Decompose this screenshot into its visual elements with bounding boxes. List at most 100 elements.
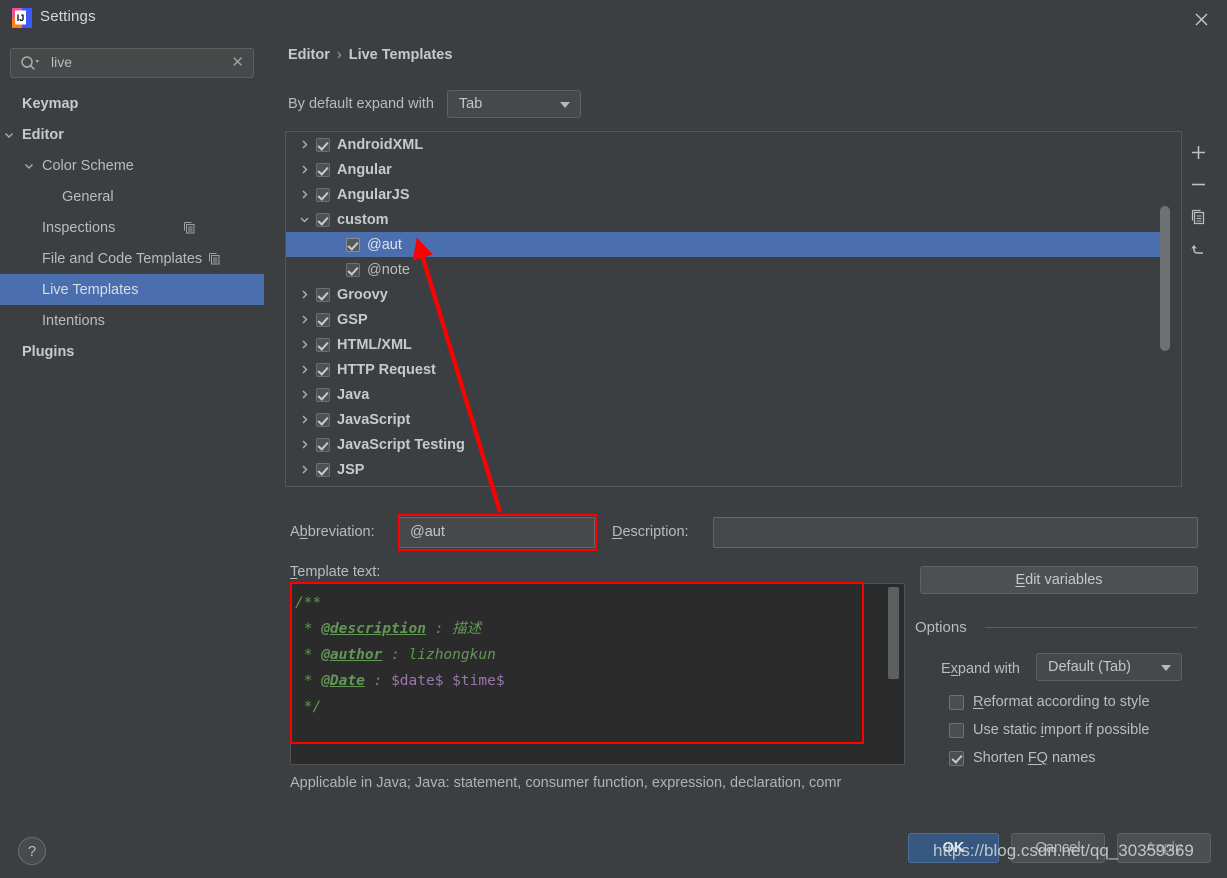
chevron-right-icon[interactable]: [298, 363, 311, 376]
duplicate-icon[interactable]: [1181, 200, 1215, 232]
tree-row[interactable]: JavaScript Testing: [286, 432, 1164, 457]
tree-row[interactable]: Angular: [286, 157, 1164, 182]
close-icon[interactable]: [1183, 6, 1219, 32]
sidebar-item-label: Plugins: [22, 343, 75, 360]
chevron-right-icon[interactable]: [298, 438, 311, 451]
chevron-right-icon[interactable]: [298, 138, 311, 151]
chevron-right-icon[interactable]: [298, 338, 311, 351]
tree-row[interactable]: Java: [286, 382, 1164, 407]
tree-row-label: @note: [367, 261, 410, 278]
chevron-right-icon[interactable]: [298, 163, 311, 176]
chevron-down-icon: [1161, 665, 1171, 671]
description-mnemonic: D: [612, 524, 623, 540]
tree-row-checkbox[interactable]: [316, 212, 330, 227]
chevron-right-icon[interactable]: [298, 463, 311, 476]
default-expand-dropdown[interactable]: Tab: [446, 90, 581, 118]
template-text-editor[interactable]: /** * @description : 描述 * @author : lizh…: [290, 583, 905, 765]
template-text-mnemonic: T: [290, 564, 298, 580]
code-token-tag: @Date: [321, 673, 365, 689]
tree-row[interactable]: JSP: [286, 457, 1164, 482]
tree-row-checkbox[interactable]: [316, 412, 330, 427]
sidebar-item-label: Live Templates: [42, 281, 139, 298]
tree-row-checkbox[interactable]: [316, 337, 330, 352]
chevron-right-icon[interactable]: [298, 388, 311, 401]
copy-settings-icon[interactable]: [183, 221, 196, 234]
abbreviation-input[interactable]: @aut: [399, 517, 595, 548]
search-input[interactable]: live ✕: [10, 48, 254, 78]
tree-row[interactable]: HTML/XML: [286, 332, 1164, 357]
tree-row-checkbox[interactable]: [316, 437, 330, 452]
chevron-right-icon[interactable]: [298, 413, 311, 426]
code-line: * @description : 描述: [295, 616, 882, 642]
add-icon[interactable]: [1181, 136, 1215, 168]
chevron-right-icon[interactable]: [298, 188, 311, 201]
sidebar-item-inspections[interactable]: Inspections: [0, 212, 264, 243]
tree-row[interactable]: AngularJS: [286, 182, 1164, 207]
tree-row-checkbox[interactable]: [316, 362, 330, 377]
copy-settings-icon[interactable]: [208, 252, 221, 265]
tree-row-checkbox[interactable]: [316, 137, 330, 152]
clear-icon[interactable]: ✕: [231, 54, 244, 72]
tree-row[interactable]: GSP: [286, 307, 1164, 332]
sidebar-item-label: Editor: [22, 126, 64, 143]
checkbox-label: Reformat according to style: [973, 694, 1150, 710]
tree-row-checkbox[interactable]: [346, 237, 360, 252]
code-token-com: */: [295, 699, 322, 715]
tree-row[interactable]: @aut: [286, 232, 1164, 257]
tree-row[interactable]: AndroidXML: [286, 132, 1164, 157]
cancel-button[interactable]: Cancel: [1011, 833, 1105, 863]
chevron-right-icon[interactable]: [298, 313, 311, 326]
tree-row-checkbox[interactable]: [316, 162, 330, 177]
editor-scrollbar-thumb[interactable]: [888, 587, 899, 679]
sidebar-item-label: Inspections: [42, 219, 116, 236]
tree-row-checkbox[interactable]: [346, 262, 360, 277]
tree-scrollport: AndroidXML Angular AngularJS custom @aut @not…: [286, 132, 1164, 486]
sidebar-item-live-templates[interactable]: Live Templates: [0, 274, 264, 305]
breadcrumb-root[interactable]: Editor: [288, 47, 330, 63]
tree-row-checkbox[interactable]: [316, 462, 330, 477]
revert-icon[interactable]: [1181, 232, 1215, 264]
tree-row-label: GSP: [337, 311, 368, 328]
chevron-right-icon[interactable]: [298, 288, 311, 301]
tree-row[interactable]: @note: [286, 257, 1164, 282]
edit-variables-button[interactable]: Edit variables: [920, 566, 1198, 594]
help-icon[interactable]: ?: [18, 837, 46, 865]
abbreviation-value: @aut: [410, 524, 445, 540]
sidebar-item-color-scheme[interactable]: Color Scheme: [0, 150, 264, 181]
chevron-down-icon[interactable]: [23, 160, 35, 172]
tree-row-checkbox[interactable]: [316, 387, 330, 402]
options-group-title: Options: [915, 619, 967, 636]
tree-row-checkbox[interactable]: [316, 312, 330, 327]
shorten-mnemonic: FQ: [1027, 750, 1048, 766]
settings-dialog: IJ Settings live ✕ Keymap Editor Color Sch…: [0, 0, 1227, 878]
use-static-import-checkbox[interactable]: Use static import if possible: [949, 722, 1150, 738]
remove-icon[interactable]: [1181, 168, 1215, 200]
expand-with-dropdown[interactable]: Default (Tab): [1036, 653, 1182, 681]
title-bar: IJ Settings: [0, 0, 1227, 36]
tree-row[interactable]: HTTP Request: [286, 357, 1164, 382]
reformat-label-post: eformat according to style: [983, 694, 1150, 710]
tree-row[interactable]: JavaScript: [286, 407, 1164, 432]
sidebar-item-general[interactable]: General: [0, 181, 264, 212]
tree-scrollbar-thumb[interactable]: [1160, 206, 1170, 351]
description-input[interactable]: [713, 517, 1198, 548]
reformat-according-to-style-checkbox[interactable]: Reformat according to style: [949, 694, 1150, 710]
shorten-fq-names-checkbox[interactable]: Shorten FQ names: [949, 750, 1096, 766]
sidebar-item-editor[interactable]: Editor: [0, 119, 264, 150]
checkbox-label: Shorten FQ names: [973, 750, 1096, 766]
sidebar-item-keymap[interactable]: Keymap: [0, 88, 264, 119]
chevron-down-icon[interactable]: [298, 213, 311, 226]
sidebar-item-file-and-code-templates[interactable]: File and Code Templates: [0, 243, 264, 274]
tree-row[interactable]: Groovy: [286, 282, 1164, 307]
sidebar-item-intentions[interactable]: Intentions: [0, 305, 264, 336]
chevron-down-icon[interactable]: [3, 129, 15, 141]
tree-row-label: Java: [337, 386, 370, 403]
live-templates-tree[interactable]: AndroidXML Angular AngularJS custom @aut @not…: [285, 131, 1182, 487]
tree-row[interactable]: custom: [286, 207, 1164, 232]
tree-row-checkbox[interactable]: [316, 187, 330, 202]
tree-row-checkbox[interactable]: [316, 287, 330, 302]
ok-button[interactable]: OK: [908, 833, 999, 863]
abbreviation-label: Abbreviation:: [290, 524, 375, 540]
sidebar-item-plugins[interactable]: Plugins: [0, 336, 264, 367]
apply-button[interactable]: Apply: [1117, 833, 1211, 863]
